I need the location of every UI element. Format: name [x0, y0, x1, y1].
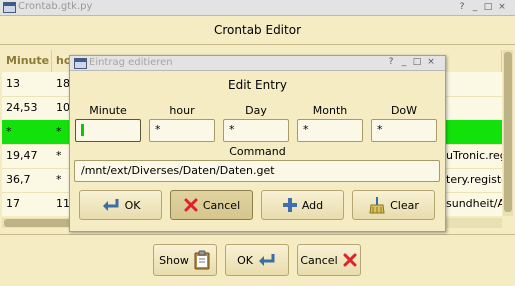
help-icon[interactable]: ? [457, 2, 467, 12]
cell-minute: 19,47 [6, 149, 38, 162]
cell-command: uTronic.reg [446, 149, 502, 162]
month-label: Month [312, 104, 348, 117]
minute-label: Minute [89, 104, 127, 117]
close-icon[interactable]: × [426, 57, 436, 67]
ok-button-label: OK [237, 253, 253, 267]
cell-hour: * [56, 173, 62, 186]
divider [0, 234, 515, 235]
ok-button[interactable]: OK [225, 244, 289, 276]
enter-arrow-icon [258, 254, 275, 266]
dialog-cancel-button[interactable]: Cancel [170, 190, 253, 220]
cell-hour: * [56, 125, 62, 138]
scrollbar-thumb[interactable] [504, 52, 512, 212]
edit-entry-dialog[interactable]: Eintrag editieren ? _ □ × Edit Entry Min… [69, 55, 446, 232]
cell-hour: * [56, 149, 62, 162]
cell-minute: 13 [6, 77, 20, 90]
app-icon [74, 58, 87, 69]
clipboard-icon [194, 250, 210, 270]
cell-minute: 24,53 [6, 101, 38, 114]
cell-minute: 36,7 [6, 173, 31, 186]
dow-field[interactable]: * [371, 119, 437, 142]
minimize-icon[interactable]: _ [399, 57, 409, 67]
cell-command: sundheit/Au [446, 197, 502, 210]
minute-field[interactable] [75, 119, 141, 142]
dialog-titlebar[interactable]: Eintrag editieren ? _ □ × [70, 56, 445, 71]
day-field-value: * [229, 123, 235, 136]
plus-icon [282, 198, 297, 212]
main-titlebar[interactable]: Crontab.gtk.py ? _ □ × [0, 0, 515, 16]
hour-field[interactable]: * [149, 119, 215, 142]
cancel-button[interactable]: Cancel [297, 244, 361, 276]
help-icon[interactable]: ? [386, 57, 396, 67]
hour-field-value: * [155, 123, 161, 136]
vertical-scrollbar[interactable] [503, 50, 513, 216]
text-cursor [81, 124, 84, 136]
command-label: Command [229, 145, 286, 158]
enter-arrow-icon [102, 199, 119, 211]
cancel-button-label: Cancel [300, 253, 338, 267]
hour-label: hour [169, 104, 195, 117]
dialog-clear-button[interactable]: Clear [352, 190, 435, 220]
month-field[interactable]: * [297, 119, 363, 142]
page-title: Crontab Editor [214, 23, 301, 37]
command-field[interactable]: /mnt/ext/Diverses/Daten/Daten.get [74, 160, 440, 182]
divider [0, 44, 515, 45]
dow-field-value: * [377, 123, 383, 136]
maximize-icon[interactable]: □ [483, 2, 493, 12]
dialog-heading: Edit Entry [228, 78, 287, 92]
broom-icon [369, 197, 385, 214]
cell-minute: * [6, 125, 12, 138]
close-icon[interactable]: × [497, 2, 507, 12]
dow-label: DoW [390, 104, 418, 117]
show-button[interactable]: Show [153, 244, 217, 276]
day-field[interactable]: * [223, 119, 289, 142]
red-x-icon [343, 253, 357, 267]
month-field-value: * [303, 123, 309, 136]
column-header-minute[interactable]: Minute [2, 50, 52, 72]
day-label: Day [245, 104, 267, 117]
dialog-add-label: Add [301, 198, 324, 212]
command-field-value: /mnt/ext/Diverses/Daten/Daten.get [81, 164, 275, 177]
cell-command: tery.register [446, 173, 502, 186]
dialog-ok-button[interactable]: OK [79, 190, 162, 220]
app-icon [3, 2, 16, 13]
dialog-add-button[interactable]: Add [261, 190, 344, 220]
dialog-clear-label: Clear [390, 198, 419, 212]
red-x-icon [184, 198, 198, 212]
dialog-title: Eintrag editieren [89, 57, 173, 68]
main-window-title: Crontab.gtk.py [18, 1, 93, 12]
dialog-ok-label: OK [124, 198, 141, 212]
minimize-icon[interactable]: _ [470, 2, 480, 12]
cell-minute: 17 [6, 197, 20, 210]
dialog-cancel-label: Cancel [202, 198, 241, 212]
maximize-icon[interactable]: □ [412, 57, 422, 67]
show-button-label: Show [159, 253, 189, 267]
